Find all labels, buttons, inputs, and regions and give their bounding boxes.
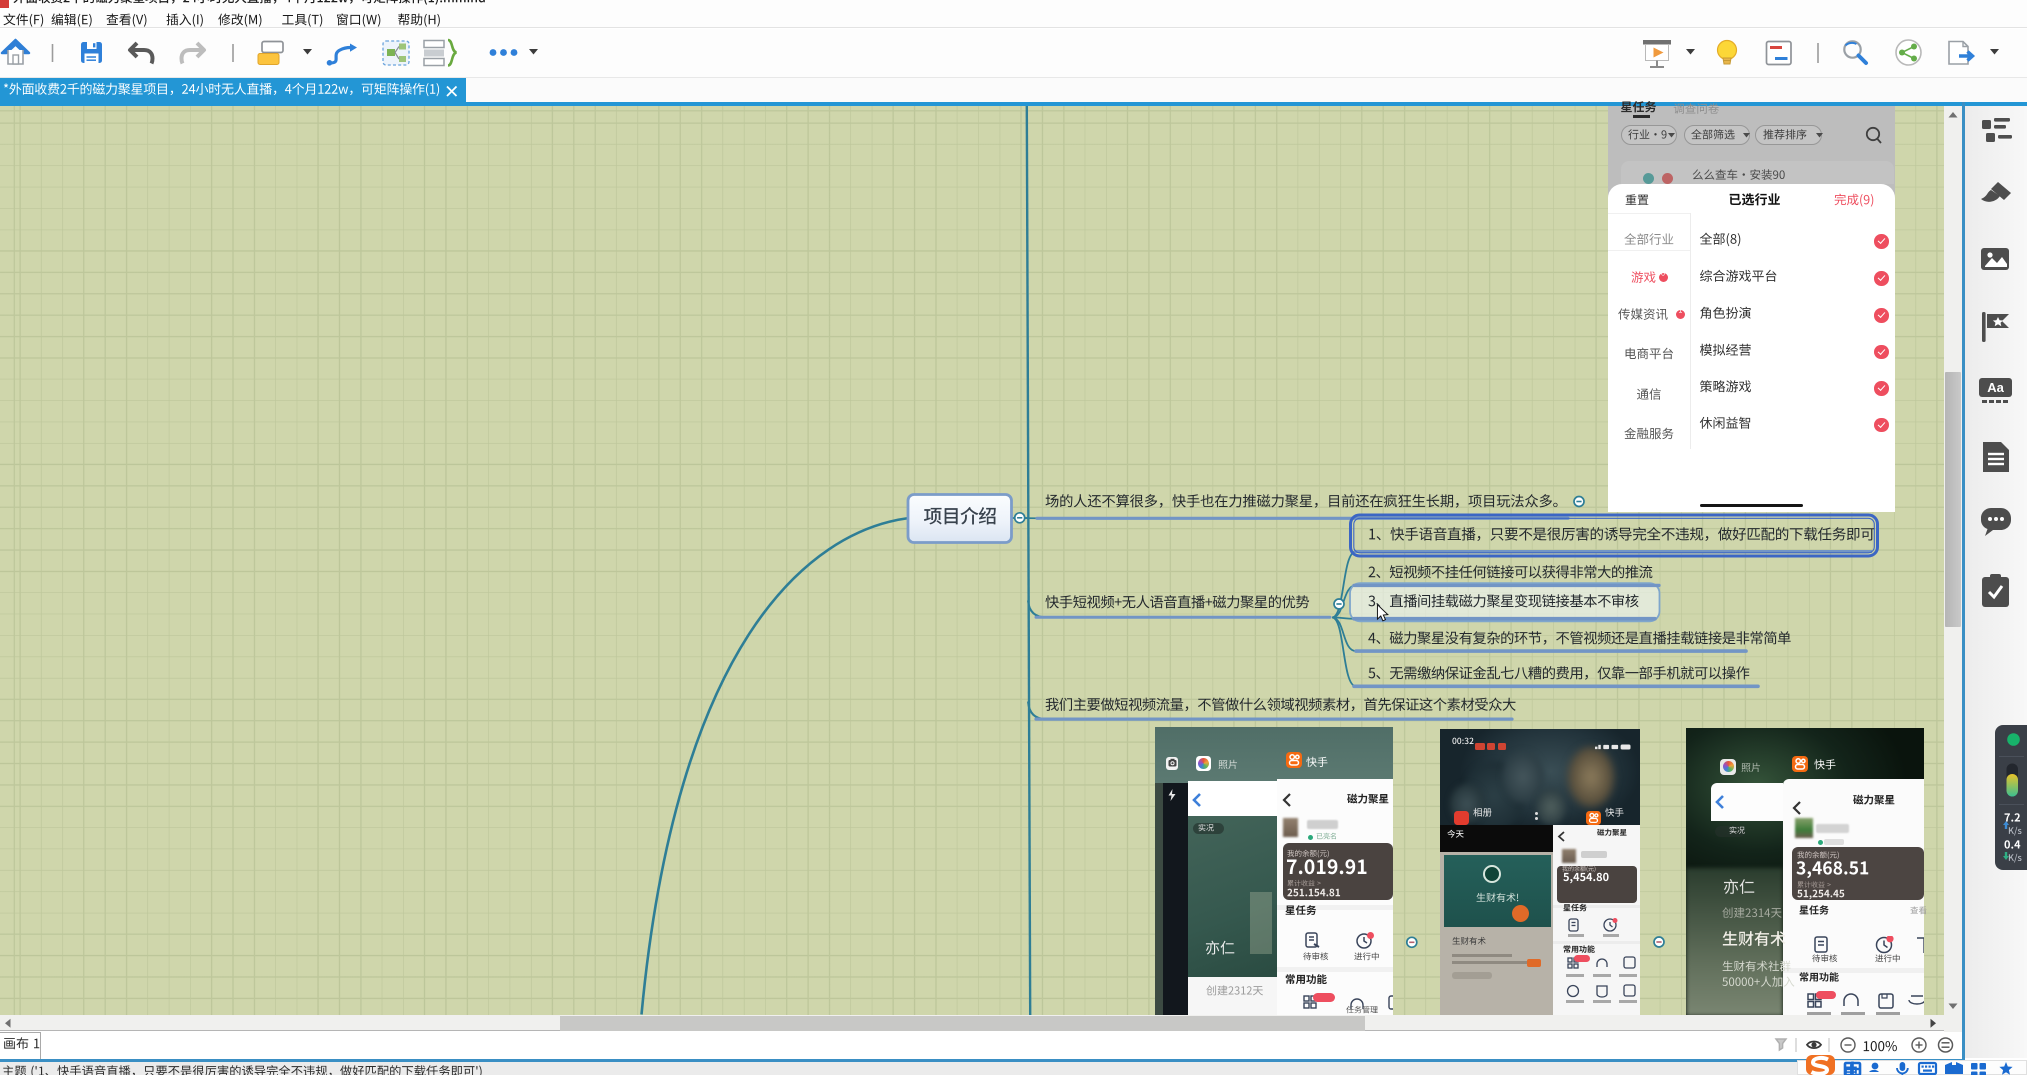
svg-text:Aa: Aa xyxy=(1987,380,2004,395)
